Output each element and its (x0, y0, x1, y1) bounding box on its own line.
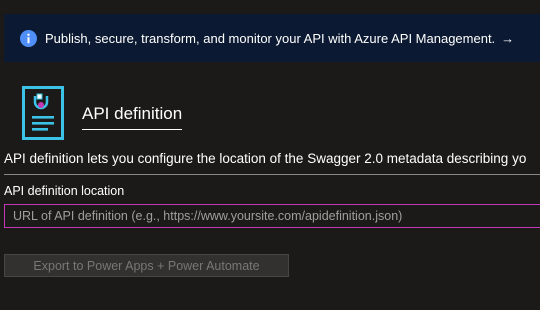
section-divider (4, 174, 540, 175)
page-title: API definition (82, 104, 183, 130)
info-circle-icon (20, 29, 37, 47)
description-text: API definition lets you configure the lo… (4, 151, 527, 166)
banner-text[interactable]: Publish, secure, transform, and monitor … (45, 31, 495, 46)
api-definition-location-label: API definition location (4, 184, 125, 198)
api-definition-url-input[interactable] (4, 204, 540, 228)
export-to-power-apps-button[interactable]: Export to Power Apps + Power Automate (4, 254, 289, 277)
api-definition-document-icon (22, 86, 64, 140)
api-definition-blade: Publish, secure, transform, and monitor … (0, 0, 540, 310)
azure-api-management-banner[interactable]: Publish, secure, transform, and monitor … (4, 14, 540, 62)
arrow-right-icon[interactable]: → (501, 32, 514, 45)
